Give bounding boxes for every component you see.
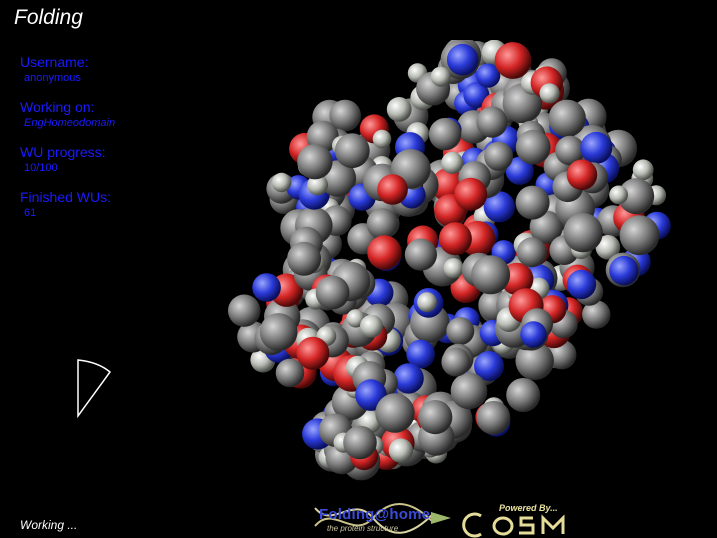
- atom-hydrogen: [386, 97, 412, 122]
- info-panel: Username: anonymous Working on: EngHomeo…: [20, 54, 115, 234]
- atom-hydrogen: [609, 185, 628, 205]
- wu-progress-value: 10/100: [24, 162, 58, 174]
- atom-hydrogen: [271, 172, 292, 193]
- username-value: anonymous: [24, 72, 81, 84]
- atom-oxygen: [454, 177, 488, 211]
- atom-carbon: [506, 378, 541, 412]
- atom-hydrogen: [443, 258, 464, 279]
- atom-carbon: [228, 294, 261, 327]
- atom-carbon: [515, 129, 551, 165]
- atom-hydrogen: [632, 159, 654, 181]
- atom-carbon: [375, 393, 415, 433]
- atom-carbon: [275, 358, 305, 388]
- atom-oxygen: [438, 222, 472, 256]
- status-text: Working ...: [20, 518, 78, 532]
- atom-carbon: [404, 238, 437, 271]
- atom-nitrogen: [580, 131, 613, 164]
- working-on-label: Working on:: [20, 99, 95, 115]
- folding-at-home-tagline: the protein structure: [327, 524, 399, 533]
- atom-nitrogen: [393, 363, 424, 394]
- atom-carbon: [450, 372, 488, 410]
- atom-carbon: [334, 133, 370, 169]
- atom-hydrogen: [372, 129, 392, 149]
- cosm-powered-text: Powered By...: [499, 503, 558, 513]
- atom-carbon: [441, 347, 471, 377]
- atom-carbon: [428, 118, 462, 151]
- atom-hydrogen: [360, 314, 383, 338]
- atom-carbon: [259, 313, 298, 351]
- atom-oxygen: [377, 174, 408, 205]
- atom-oxygen: [494, 42, 532, 79]
- atom-carbon: [297, 144, 333, 180]
- atom-carbon: [484, 141, 514, 171]
- finished-wus-block: Finished WUs: 61: [20, 189, 115, 220]
- username-label: Username:: [20, 54, 89, 70]
- atom-oxygen: [566, 159, 598, 191]
- atom-carbon: [287, 241, 322, 276]
- finished-wus-label: Finished WUs:: [20, 189, 112, 205]
- atom-carbon: [446, 317, 475, 346]
- working-on-block: Working on: EngHomeodomain: [20, 99, 115, 130]
- atom-oxygen: [367, 235, 402, 270]
- app-title: Folding: [14, 6, 83, 29]
- atom-carbon: [471, 255, 511, 295]
- atom-carbon: [366, 208, 398, 240]
- atom-hydrogen: [441, 151, 464, 174]
- atom-carbon: [548, 99, 586, 137]
- atom-carbon: [418, 400, 453, 435]
- atom-hydrogen: [539, 83, 560, 104]
- atom-nitrogen: [446, 43, 479, 76]
- atom-carbon: [315, 275, 350, 310]
- atom-nitrogen: [609, 255, 639, 286]
- atom-carbon: [516, 237, 547, 268]
- atom-carbon: [476, 400, 511, 435]
- atom-carbon: [619, 215, 660, 256]
- atom-hydrogen: [430, 66, 451, 87]
- atom-hydrogen: [388, 438, 414, 463]
- folding-at-home-logo: Folding@home the protein structure: [313, 500, 455, 536]
- wu-progress-label: WU progress:: [20, 144, 106, 160]
- atom-nitrogen: [566, 269, 597, 300]
- finished-wus-value: 61: [24, 207, 37, 219]
- atom-carbon: [563, 213, 603, 253]
- protein-molecule-view[interactable]: [200, 40, 710, 500]
- username-block: Username: anonymous: [20, 54, 115, 85]
- progress-dial-icon: [77, 359, 112, 419]
- atom-carbon: [476, 106, 508, 138]
- atom-carbon: [515, 185, 550, 220]
- folding-at-home-text: Folding@home: [319, 506, 431, 523]
- atom-hydrogen: [417, 292, 437, 313]
- atom-carbon: [343, 425, 377, 460]
- working-on-value: EngHomeodomain: [24, 117, 116, 129]
- wu-progress-block: WU progress: 10/100: [20, 144, 115, 175]
- atom-group: [228, 40, 671, 481]
- cosm-logo: Powered By...: [455, 500, 595, 538]
- atom-nitrogen: [520, 321, 547, 348]
- atom-nitrogen: [252, 273, 281, 302]
